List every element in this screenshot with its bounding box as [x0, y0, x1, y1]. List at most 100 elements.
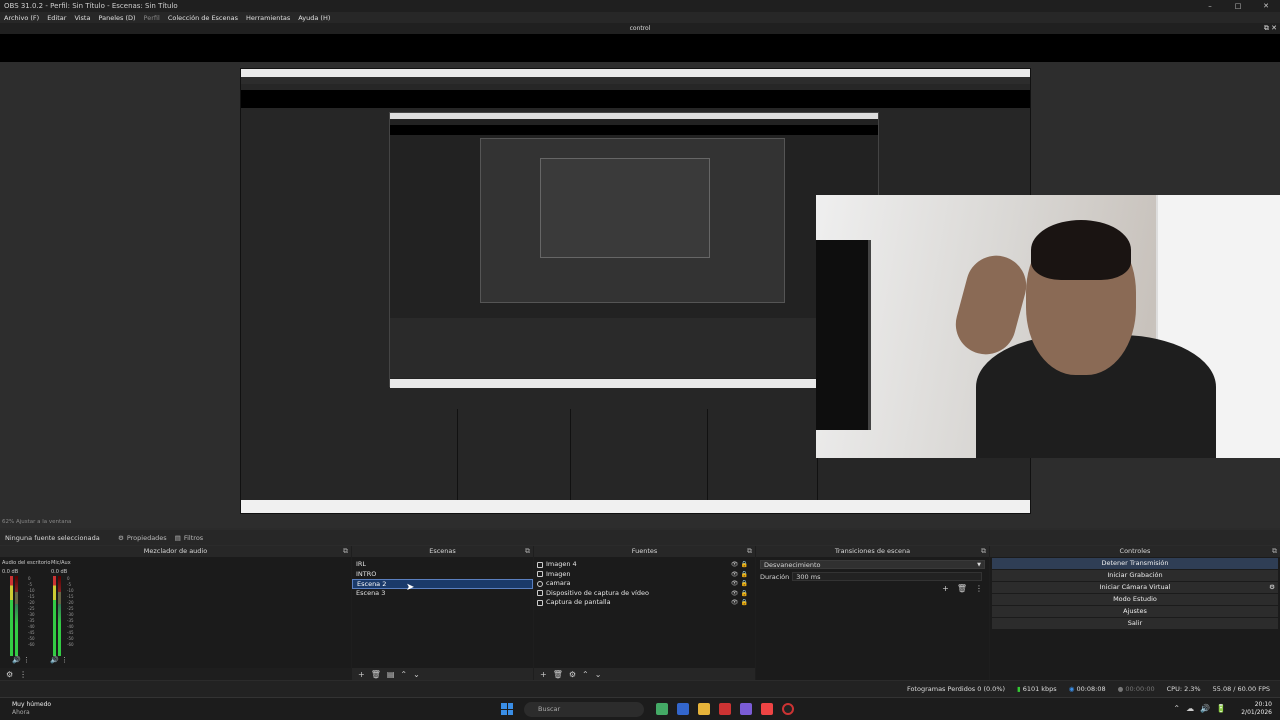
maximize-button[interactable]: □ — [1224, 0, 1252, 12]
source-list: Imagen 4 👁🔒 Imagen 👁🔒 camara 👁🔒 Dispositivo… — [534, 557, 755, 608]
transition-select[interactable]: Desvanecimiento ▼ — [760, 560, 985, 569]
clock-date: 2/01/2026 — [1241, 709, 1272, 716]
menu-bar: Archivo (F) Editar Vista Paneles (D) Per… — [0, 12, 1280, 23]
filters-label: Filtros — [183, 533, 204, 542]
transitions-title: Transiciones de escena — [834, 547, 911, 555]
taskbar-search[interactable]: Buscar — [524, 702, 644, 717]
volume-meter — [15, 576, 18, 656]
weather-widget[interactable]: Muy húmedo Ahora — [12, 701, 51, 716]
visibility-lock-icons[interactable]: 👁🔒 — [731, 589, 750, 599]
trash-icon[interactable]: 🗑 — [957, 584, 967, 593]
gear-icon[interactable]: ⚙ — [1269, 582, 1275, 593]
speaker-icon[interactable]: 🔊 ⋮ — [12, 656, 30, 664]
trash-icon[interactable]: 🗑 — [371, 670, 381, 679]
menu-paneles[interactable]: Paneles (D) — [94, 14, 139, 22]
status-bar: Fotogramas Perdidos 0 (0.0%) ▮ 6101 kbps… — [0, 681, 1280, 697]
settings-button[interactable]: Ajustes — [992, 606, 1278, 617]
channel-name: Audio del escritorio — [2, 560, 51, 566]
popout-icon[interactable]: ⧉ — [747, 546, 752, 557]
menu-editar[interactable]: Editar — [43, 14, 70, 22]
add-icon[interactable]: + — [540, 670, 547, 679]
visibility-lock-icons[interactable]: 👁🔒 — [731, 560, 750, 570]
exit-button[interactable]: Salir — [992, 618, 1278, 629]
nested-obs-capture-2 — [389, 112, 879, 388]
source-item[interactable]: Imagen 👁🔒 — [534, 570, 755, 580]
image-icon — [537, 561, 543, 568]
tray-icons[interactable]: ⌃☁🔊🔋 — [1173, 704, 1232, 713]
app-icon[interactable] — [719, 703, 731, 715]
window-controls: – □ ✕ — [1196, 0, 1280, 12]
weather-sub: Ahora — [12, 708, 30, 716]
menu-archivo[interactable]: Archivo (F) — [0, 14, 43, 22]
visibility-lock-icons[interactable]: 👁🔒 — [731, 579, 750, 589]
brave-icon[interactable] — [761, 703, 773, 715]
menu-vista[interactable]: Vista — [70, 14, 94, 22]
move-up-icon[interactable]: ⌃ — [400, 670, 407, 679]
source-item[interactable]: Captura de pantalla 👁🔒 — [534, 598, 755, 608]
scene-item-selected[interactable]: Escena 2 — [352, 579, 533, 589]
scene-item[interactable]: Escena 3 — [352, 589, 533, 599]
menu-ayuda[interactable]: Ayuda (H) — [294, 14, 334, 22]
obs-icon[interactable] — [782, 703, 794, 715]
close-button[interactable]: ✕ — [1252, 0, 1280, 12]
video-capture-icon — [537, 590, 543, 597]
clock[interactable]: 20:10 2/01/2026 — [1241, 701, 1272, 717]
app-icon[interactable] — [740, 703, 752, 715]
move-down-icon[interactable]: ⌄ — [413, 670, 420, 679]
folder-icon[interactable] — [698, 703, 710, 715]
duration-input[interactable]: 300 ms — [792, 572, 983, 581]
add-icon[interactable]: + — [942, 584, 949, 593]
zoom-label[interactable]: 62% Ajustar a la ventana — [2, 519, 71, 525]
filter-icon[interactable]: ▤ — [387, 670, 395, 679]
scenes-title: Escenas — [429, 547, 456, 555]
minimize-button[interactable]: – — [1196, 0, 1224, 12]
properties-button[interactable]: ⚙ Propiedades — [118, 534, 167, 542]
projector-header: control ⧉ ✕ — [0, 23, 1280, 34]
source-item[interactable]: Dispositivo de captura de vídeo 👁🔒 — [534, 589, 755, 599]
scene-item[interactable]: IRL — [352, 560, 533, 570]
popout-icon[interactable]: ⧉ — [343, 546, 348, 557]
monitor-icon — [537, 599, 543, 606]
meter-scale: 0 -5 -10 -15 -20 -25 -30 -35 -40 -45 -50 -60 — [28, 576, 35, 647]
preview-black-band — [0, 34, 1280, 62]
popout-icon[interactable]: ⧉ — [1272, 546, 1277, 557]
scene-item[interactable]: INTRO — [352, 570, 533, 580]
speaker-icon[interactable]: 🔊 ⋮ — [50, 656, 68, 664]
start-recording-button[interactable]: Iniciar Grabación — [992, 570, 1278, 581]
gear-icon[interactable]: ⚙ — [569, 670, 576, 679]
app-icon[interactable] — [677, 703, 689, 715]
obs-window: OBS 31.0.2 - Perfil: Sin Título - Escena… — [0, 0, 1280, 720]
mixer-menu-icon[interactable]: ⋮ — [19, 670, 27, 679]
record-icon: ● — [1117, 685, 1124, 693]
move-down-icon[interactable]: ⌄ — [595, 670, 602, 679]
windows-taskbar: Muy húmedo Ahora Buscar ⌃☁🔊🔋 20:10 2/01/… — [0, 697, 1280, 720]
filters-button[interactable]: ▤ Filtros — [175, 534, 203, 542]
context-bar: Ninguna fuente seleccionada ⚙ Propiedades… — [0, 530, 1280, 545]
image-icon — [537, 571, 543, 578]
mixer-settings-icon[interactable]: ⚙ — [6, 670, 13, 679]
menu-perfil[interactable]: Perfil — [140, 14, 164, 22]
menu-coleccion[interactable]: Colección de Escenas — [164, 14, 242, 22]
gear-icon: ⚙ — [118, 533, 124, 542]
app-icon[interactable] — [656, 703, 668, 715]
projector-controls[interactable]: ⧉ ✕ — [1264, 23, 1277, 34]
add-icon[interactable]: + — [358, 670, 365, 679]
source-item[interactable]: Imagen 4 👁🔒 — [534, 560, 755, 570]
visibility-lock-icons[interactable]: 👁🔒 — [731, 570, 750, 580]
popout-icon[interactable]: ⧉ — [525, 546, 530, 557]
popout-icon[interactable]: ⧉ — [981, 546, 986, 557]
stop-streaming-button[interactable]: Detener Transmisión — [992, 558, 1278, 569]
start-virtual-camera-button[interactable]: Iniciar Cámara Virtual ⚙ — [992, 582, 1278, 593]
pc-case — [816, 240, 871, 430]
source-item[interactable]: camara 👁🔒 — [534, 579, 755, 589]
visibility-lock-icons[interactable]: 👁🔒 — [731, 598, 750, 608]
mixer-channel-mic: Mic/Aux 0.0 dB — [51, 560, 71, 575]
menu-herramientas[interactable]: Herramientas — [242, 14, 294, 22]
trash-icon[interactable]: 🗑 — [553, 670, 563, 679]
source-label: Imagen 4 — [546, 560, 577, 568]
studio-mode-button[interactable]: Modo Estudio — [992, 594, 1278, 605]
menu-icon[interactable]: ⋮ — [975, 584, 983, 593]
volume-meter — [10, 576, 13, 656]
move-up-icon[interactable]: ⌃ — [582, 670, 589, 679]
windows-start-icon[interactable] — [501, 703, 513, 715]
